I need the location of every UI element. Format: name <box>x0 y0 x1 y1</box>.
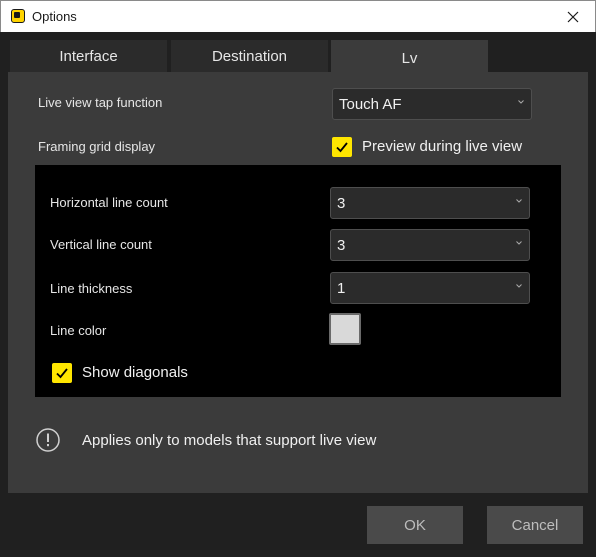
line-thickness-select[interactable]: 1 <box>330 272 530 304</box>
tab-destination[interactable]: Destination <box>171 40 328 72</box>
lv-panel: Live view tap function Touch AF Framing … <box>8 72 588 493</box>
horizontal-line-count-value: 3 <box>337 194 346 212</box>
show-diagonals-checkbox[interactable] <box>52 363 72 383</box>
show-diagonals-label: Show diagonals <box>82 364 188 381</box>
ok-button[interactable]: OK <box>367 506 463 544</box>
chevron-down-icon <box>516 284 522 288</box>
live-view-tap-value: Touch AF <box>339 95 402 113</box>
vertical-line-count-label: Vertical line count <box>50 237 152 252</box>
grid-settings-panel: Horizontal line count 3 Vertical line co… <box>35 165 561 397</box>
close-icon <box>567 11 579 22</box>
preview-live-view-label: Preview during live view <box>362 138 523 155</box>
vertical-line-count-value: 3 <box>337 236 346 254</box>
exclamation-circle-icon <box>36 428 60 452</box>
window-title: Options <box>32 9 77 24</box>
cancel-button[interactable]: Cancel <box>487 506 583 544</box>
horizontal-line-count-select[interactable]: 3 <box>330 187 530 219</box>
line-thickness-label: Line thickness <box>50 281 133 296</box>
chevron-down-icon <box>516 199 522 203</box>
live-view-tap-select[interactable]: Touch AF <box>332 88 532 120</box>
chevron-down-icon <box>518 100 524 104</box>
chevron-down-icon <box>516 241 522 245</box>
framing-grid-label: Framing grid display <box>38 139 156 154</box>
info-note: Applies only to models that support live… <box>82 432 377 449</box>
horizontal-line-count-label: Horizontal line count <box>50 195 168 210</box>
tab-interface[interactable]: Interface <box>10 40 167 72</box>
app-icon <box>11 9 25 23</box>
line-color-label: Line color <box>50 323 107 338</box>
line-color-swatch[interactable] <box>329 313 361 345</box>
vertical-line-count-select[interactable]: 3 <box>330 229 530 261</box>
preview-live-view-checkbox[interactable] <box>332 137 352 157</box>
line-thickness-value: 1 <box>337 279 346 297</box>
checkmark-icon <box>56 368 68 379</box>
checkmark-icon <box>336 142 348 153</box>
live-view-tap-label: Live view tap function <box>38 95 163 110</box>
title-bar: Options <box>0 0 596 32</box>
tab-lv[interactable]: Lv <box>331 40 488 73</box>
close-button[interactable] <box>551 1 595 32</box>
